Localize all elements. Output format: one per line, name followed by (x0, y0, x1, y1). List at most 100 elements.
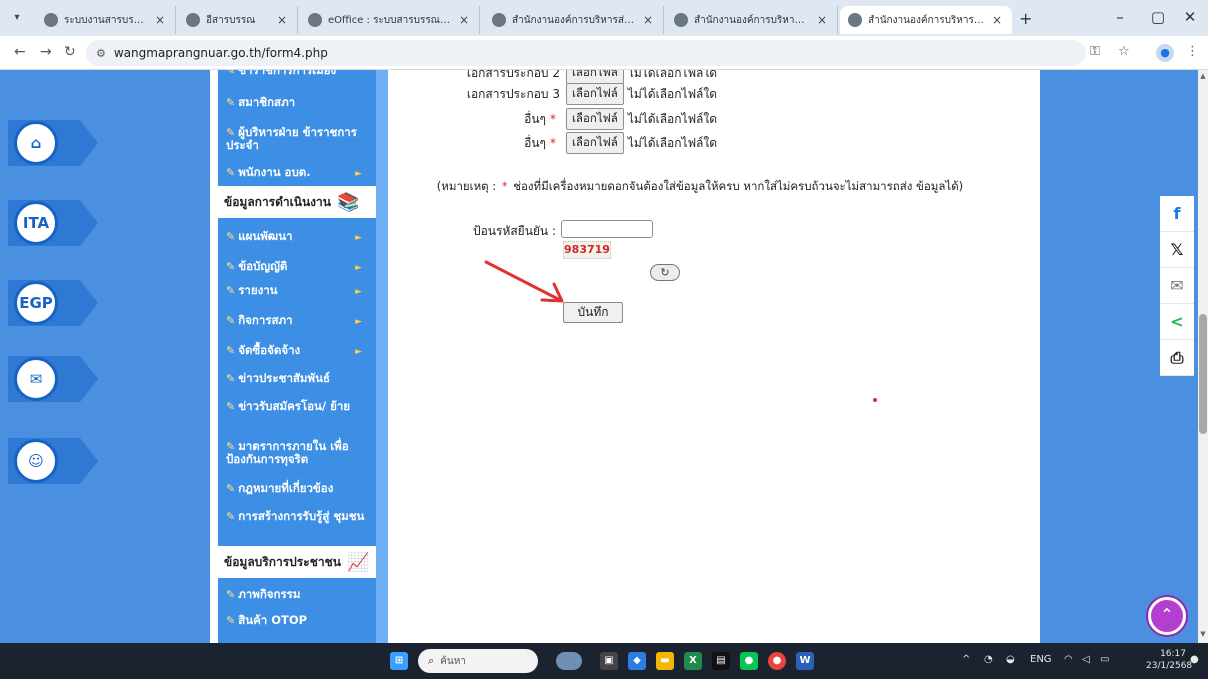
close-tab-icon[interactable]: × (457, 13, 471, 27)
site-info-icon[interactable]: ⚙ (96, 47, 106, 60)
captcha-code: 983719 (563, 241, 611, 259)
tray-meet-icon[interactable]: ◒ (1006, 654, 1015, 665)
mail-icon[interactable]: ✉ (1160, 268, 1194, 304)
scroll-to-top-icon[interactable]: ⌃ (1148, 597, 1186, 635)
task-view-icon[interactable]: ▣ (600, 652, 618, 670)
choose-file-button[interactable]: เลือกไฟล์ (566, 83, 624, 105)
menu-item[interactable]: ✎ สินค้า OTOP (218, 614, 376, 628)
scroll-down-icon[interactable]: ▼ (1198, 630, 1208, 638)
scroll-thumb[interactable] (1199, 314, 1207, 434)
bookmark-star-icon[interactable]: ☆ (1118, 44, 1130, 59)
line-app-icon[interactable]: ● (740, 652, 758, 670)
page-scrollbar[interactable]: ▲ ▼ (1198, 70, 1208, 643)
taskbar-search[interactable]: ⌕ ค้นหา (418, 649, 538, 673)
password-key-icon[interactable]: ⚿ (1090, 44, 1100, 59)
file-upload-row: อื่นๆ * เลือกไฟล์ ไม่ได้เลือกไฟล์ใด (438, 132, 717, 154)
left-menu: ✎ ข้าราชการการเมือง ✎ สมาชิกสภา ✎ ผู้บริหารฝ่… (218, 70, 376, 643)
new-tab-button[interactable]: + (1019, 9, 1032, 28)
excel-icon[interactable]: X (684, 652, 702, 670)
word-icon[interactable]: W (796, 652, 814, 670)
language-indicator[interactable]: ENG (1030, 654, 1052, 665)
minimize-button[interactable]: – (1110, 8, 1130, 26)
choose-file-button[interactable]: เลือกไฟล์ (566, 132, 624, 154)
close-window-button[interactable]: ✕ (1180, 8, 1200, 26)
envelope-icon: ✉ (14, 357, 58, 401)
file-button[interactable]: เลือกไฟล์ (566, 70, 624, 84)
red-dot-mark (873, 398, 877, 402)
profile-avatar-icon[interactable]: ● (1156, 44, 1174, 62)
pencil-icon: ✎ (226, 372, 236, 385)
pencil-icon: ✎ (226, 70, 236, 77)
widgets-icon[interactable] (556, 652, 582, 670)
ita-badge[interactable]: ITA (8, 200, 98, 246)
close-tab-icon[interactable]: × (153, 13, 167, 27)
save-button[interactable]: บันทึก (563, 302, 623, 323)
browser-tab[interactable]: สำนักงานองค์การบริหารส่วนตำ × (484, 6, 664, 34)
file-explorer-icon[interactable]: ▬ (656, 652, 674, 670)
chrome-icon[interactable]: ● (768, 652, 786, 670)
browser-menu-icon[interactable]: ⋮ (1186, 44, 1199, 59)
tray-app-icon[interactable]: ◔ (984, 654, 993, 665)
browser-tab[interactable]: eOffice : ระบบสารบรรณอิเล็ก × (300, 6, 480, 34)
refresh-captcha-icon[interactable]: ↻ (650, 264, 680, 281)
windows-start-icon[interactable]: ⊞ (390, 652, 408, 670)
menu-item[interactable]: ✎ กฎหมายที่เกี่ยวข้อง (218, 482, 376, 496)
address-bar[interactable]: ⚙ wangmaprangnuar.go.th/form4.php (86, 40, 1086, 66)
menu-item[interactable]: ✎ การสร้างการรับรู้สู่ ชุมชน (218, 510, 376, 538)
menu-item[interactable]: ✎ แผนพัฒนา ► (218, 230, 376, 244)
x-icon[interactable]: 𝕏 (1160, 232, 1194, 268)
tab-title: อีสารบรรณ (206, 14, 256, 26)
notification-bell-icon[interactable]: ● (1190, 654, 1199, 665)
egp-badge[interactable]: EGP (8, 280, 98, 326)
menu-item[interactable]: ✎ พนักงาน อบต. ► (218, 166, 376, 180)
menu-item[interactable]: ✎ ข้อบัญญัติ ► (218, 260, 376, 274)
pencil-icon: ✎ (226, 284, 236, 297)
share-icon[interactable]: < (1160, 304, 1194, 340)
store-icon[interactable]: ▤ (712, 652, 730, 670)
home-badge[interactable]: ⌂ (8, 120, 98, 166)
menu-item[interactable]: ✎ สมาชิกสภา (218, 96, 376, 110)
forward-icon[interactable]: → (40, 44, 52, 60)
menu-item[interactable]: ✎ มาตราการภายใน เพื่อป้องกันการทุจริต (218, 440, 376, 468)
wifi-icon[interactable]: ◠ (1064, 654, 1073, 665)
no-file-text: ไม่ได้เลือกไฟล์ใด (627, 135, 718, 150)
menu-item[interactable]: ✎ ผู้บริหารฝ่าย ข้าราชการประจำ (218, 126, 376, 154)
menu-item[interactable]: ✎ จัดซื้อจัดจ้าง ► (218, 344, 376, 358)
menu-item[interactable]: ✎ ข้าราชการการเมือง (218, 70, 376, 78)
taskbar-clock[interactable]: 16:17 23/1/2568 (1146, 648, 1192, 672)
mail-badge[interactable]: ✉ (8, 356, 98, 402)
battery-icon[interactable]: ▭ (1100, 654, 1109, 665)
search-icon: ⌕ (428, 654, 435, 667)
maximize-button[interactable]: ▢ (1148, 8, 1168, 26)
menu-item[interactable]: ✎ ข่าวรับสมัครโอน/ ย้าย (218, 400, 376, 428)
close-tab-icon[interactable]: × (815, 13, 829, 27)
menu-item[interactable]: ✎ ข่าวประชาสัมพันธ์ (218, 372, 376, 386)
globe-icon (492, 13, 506, 27)
menu-item[interactable]: ✎ ภาพกิจกรรม (218, 588, 376, 602)
menu-item[interactable]: ✎ กิจการสภา ► (218, 314, 376, 328)
close-tab-icon[interactable]: × (641, 13, 655, 27)
facebook-icon[interactable]: f (1160, 196, 1194, 232)
contact-badge[interactable]: ☺ (8, 438, 98, 484)
browser-tab[interactable]: สำนักงานองค์การบริหารส่วนตำ × (666, 6, 838, 34)
browser-tab[interactable]: ระบบงานสารบรรณจังหวัดจัง × (36, 6, 176, 34)
copilot-icon[interactable]: ◆ (628, 652, 646, 670)
close-tab-icon[interactable]: × (990, 13, 1004, 27)
close-tab-icon[interactable]: × (275, 13, 289, 27)
browser-tab[interactable]: สำนักงานองค์การบริหารส่วนตำ × (840, 6, 1012, 34)
menu-item[interactable]: ✎ รายงาน ► (218, 284, 376, 298)
pencil-icon: ✎ (226, 482, 236, 495)
back-icon[interactable]: ← (14, 44, 26, 60)
volume-icon[interactable]: ◁ (1082, 654, 1090, 665)
print-icon[interactable]: ⎙ (1160, 340, 1194, 376)
url-text[interactable]: wangmaprangnuar.go.th/form4.php (114, 46, 328, 60)
egp-icon: EGP (14, 281, 58, 325)
scroll-up-icon[interactable]: ▲ (1198, 72, 1208, 80)
tray-chevron-icon[interactable]: ^ (962, 654, 970, 665)
tab-search-icon[interactable]: ▾ (8, 9, 26, 27)
browser-tab[interactable]: อีสารบรรณ × (178, 6, 298, 34)
captcha-input[interactable] (561, 220, 653, 238)
choose-file-button[interactable]: เลือกไฟล์ (566, 108, 624, 130)
reload-icon[interactable]: ↻ (64, 44, 76, 60)
globe-icon (674, 13, 688, 27)
